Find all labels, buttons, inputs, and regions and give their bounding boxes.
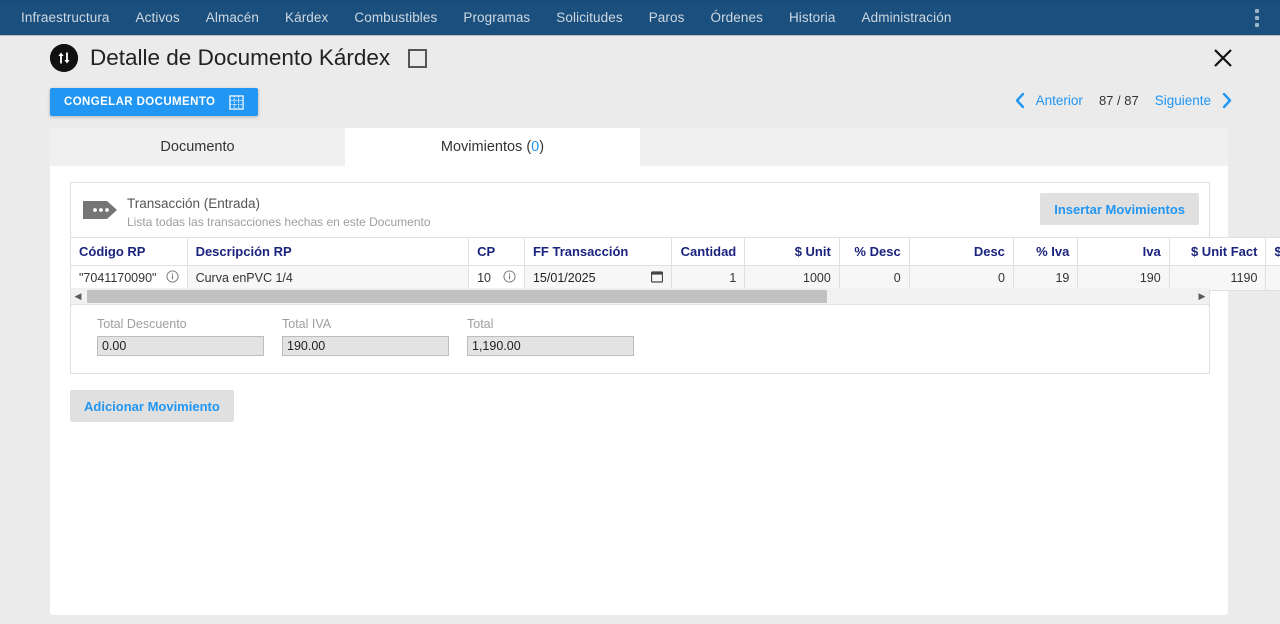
cell-value: 10 [477,271,492,285]
movements-table-wrapper: Código RP Descripción RP CP FF Transacción C… [71,237,1280,291]
tab-bar: Documento Movimientos (0) [50,128,1228,166]
scrollbar-thumb[interactable] [87,289,827,303]
nav-item-historia[interactable]: Historia [776,0,849,36]
tab-documento-label: Documento [160,139,235,155]
page-title: Detalle de Documento Kárdex [90,45,391,70]
page-header: Detalle de Documento Kárdex CONGELAR DOC… [0,36,1280,128]
total-descuento-label: Total Descuento [97,317,187,331]
cell-value: 15/01/2025 [532,271,596,285]
column-header-iva[interactable]: Iva [1077,237,1170,266]
nav-item-kardex[interactable]: Kárdex [272,0,341,36]
column-header-pct_iva[interactable]: % Iva [1013,237,1079,266]
column-header-ff_trans[interactable]: FF Transacción [524,237,673,266]
more-options-icon[interactable] [1248,8,1266,28]
column-header-codigo_rp[interactable]: Código RP [71,237,188,266]
tab-documento[interactable]: Documento [50,128,345,166]
title-row: Detalle de Documento Kárdex [50,44,428,72]
total-iva-label: Total IVA [282,317,332,331]
swap-vertical-icon [50,44,78,72]
nav-item-activos[interactable]: Activos [123,0,193,36]
column-header-cantidad[interactable]: Cantidad [671,237,746,266]
column-header-desc[interactable]: Desc [909,237,1014,266]
cell-unit_extra[interactable] [1265,265,1280,291]
kebab-dot [1255,15,1259,20]
cell-value: "7041170090" [79,271,157,285]
top-navbar: Infraestructura Activos Almacén Kárdex C… [0,0,1280,36]
nav-item-paros[interactable]: Paros [636,0,698,36]
main-panel: Transacción (Entrada) Lista todas las tr… [50,166,1280,615]
header-checkbox[interactable] [408,48,428,68]
next-link[interactable]: Siguiente [1151,93,1215,108]
total-iva-input[interactable] [282,336,449,356]
close-icon[interactable] [1210,45,1236,71]
column-header-pct_desc[interactable]: % Desc [839,237,910,266]
card-title: Transacción (Entrada) [127,196,261,211]
column-header-unit_fact[interactable]: $ Unit Fact [1169,237,1267,266]
pagination: Anterior 87 / 87 Siguiente [1007,92,1240,109]
tag-dots-icon [83,199,117,221]
tab-movimientos[interactable]: Movimientos (0) [345,128,640,166]
kebab-dot [1255,8,1259,13]
column-header-unit[interactable]: $ Unit [744,237,840,266]
info-icon[interactable] [503,270,516,286]
nav-item-combustibles[interactable]: Combustibles [341,0,450,36]
next-chevron-icon[interactable] [1215,92,1240,109]
calendar-icon[interactable] [651,270,664,286]
table-header-row: Código RP Descripción RP CP FF Transacción C… [71,237,1280,266]
total-label: Total [467,317,494,331]
total-iva-group: Total IVA [282,317,449,356]
kebab-dot [1255,22,1259,27]
scroll-left-arrow-icon[interactable]: ◀ [71,291,85,302]
freeze-document-button[interactable]: CONGELAR DOCUMENTO [50,88,259,116]
add-movement-button[interactable]: Adicionar Movimiento [70,390,234,422]
total-input[interactable] [467,336,634,356]
scroll-right-arrow-icon[interactable]: ▶ [1195,291,1209,302]
total-descuento-input[interactable] [97,336,264,356]
horizontal-scrollbar[interactable]: ◀ ▶ [71,288,1209,305]
nav-item-almacen[interactable]: Almacén [193,0,272,36]
card-header: Transacción (Entrada) Lista todas las tr… [71,183,1209,237]
insert-movements-button[interactable]: Insertar Movimientos [1040,193,1199,225]
transaction-card: Transacción (Entrada) Lista todas las tr… [70,182,1280,374]
table-header: Código RP Descripción RP CP FF Transacción C… [71,237,1280,266]
previous-link[interactable]: Anterior [1032,93,1087,108]
tab-movimientos-count: 0 [531,139,540,155]
card-subtitle: Lista todas las transacciones hechas en … [127,215,431,229]
movements-table: Código RP Descripción RP CP FF Transacción C… [71,237,1280,291]
pagination-count: 87 / 87 [1098,93,1139,108]
nav-item-infraestructura[interactable]: Infraestructura [8,0,123,36]
total-group: Total [467,317,634,356]
column-header-cp[interactable]: CP [468,237,525,266]
nav-item-ordenes[interactable]: Órdenes [697,0,775,36]
column-header-descripcion[interactable]: Descripción RP [187,237,470,266]
nav-item-solicitudes[interactable]: Solicitudes [543,0,635,36]
info-icon[interactable] [166,270,179,286]
navbar-items: Infraestructura Activos Almacén Kárdex C… [0,0,964,35]
freeze-document-label: CONGELAR DOCUMENTO [64,96,216,108]
card-text-block: Transacción (Entrada) Lista todas las tr… [127,192,431,237]
scrollbar-track[interactable] [85,288,1195,305]
freeze-grid-icon [229,94,245,110]
column-header-unit_extra[interactable]: $ U [1265,237,1280,266]
totals-section: Total Descuento Total IVA Total [97,317,634,356]
total-descuento-group: Total Descuento [97,317,264,356]
previous-chevron-icon[interactable] [1007,92,1032,109]
nav-item-programas[interactable]: Programas [450,0,543,36]
tab-movimientos-label: Movimientos ( [440,139,532,155]
nav-item-administracion[interactable]: Administración [849,0,965,36]
tab-movimientos-suffix: ) [539,139,545,155]
